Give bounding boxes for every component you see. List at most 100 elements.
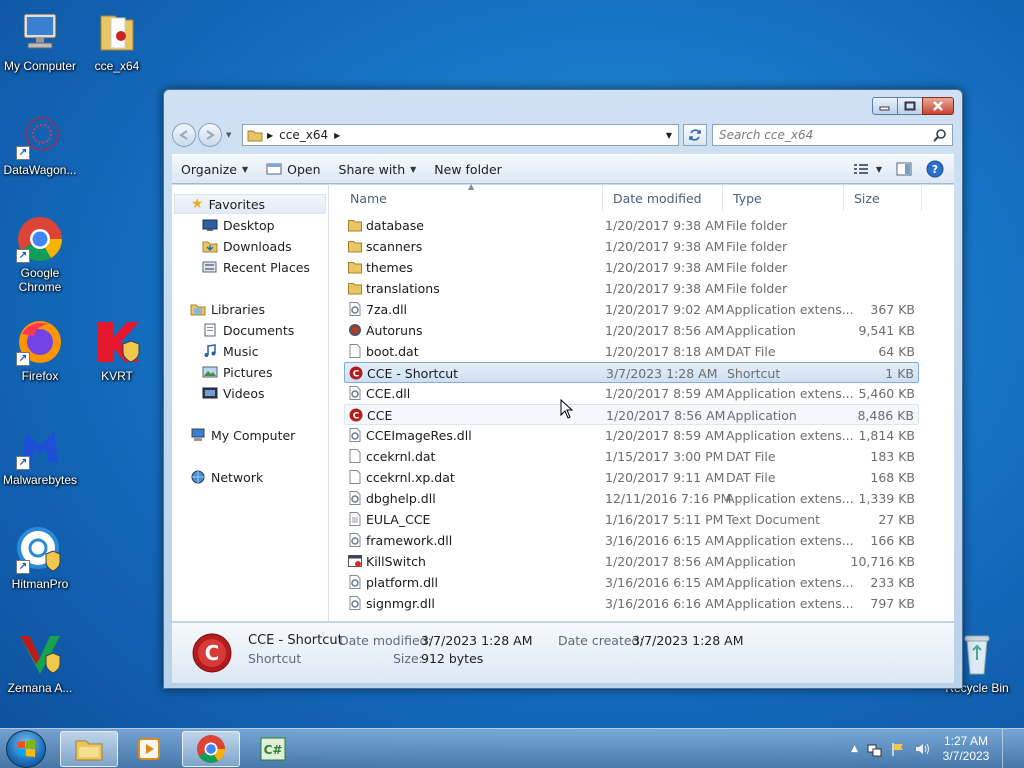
chrome-icon xyxy=(197,735,225,763)
details-modified-label: Date modified: xyxy=(339,633,432,648)
nav-desktop[interactable]: Desktop xyxy=(202,215,275,235)
file-row-ccekrnl-dat[interactable]: ccekrnl.dat 1/15/2017 3:00 PM DAT File 183 … xyxy=(344,446,919,467)
show-desktop-button[interactable] xyxy=(1002,729,1014,768)
file-row-signmgr-dll[interactable]: signmgr.dll 3/16/2016 6:16 AM Application … xyxy=(344,593,919,614)
preview-pane-icon[interactable] xyxy=(896,162,912,176)
nav-documents[interactable]: Documents xyxy=(202,320,294,340)
desktop-icon-firefox[interactable]: ↗ Firefox xyxy=(0,318,80,383)
file-row-platform-dll[interactable]: platform.dll 3/16/2016 6:15 AM Application… xyxy=(344,572,919,593)
file-size: 233 KB xyxy=(870,575,915,590)
volume-icon[interactable] xyxy=(914,741,930,757)
file-row-translations[interactable]: translations 1/20/2017 9:38 AM File folder xyxy=(344,278,919,299)
desktop-icon-kvrt[interactable]: KVRT xyxy=(77,318,157,383)
desktop-icon-my-computer[interactable]: My Computer xyxy=(0,8,80,73)
shortcut-arrow-icon: ↗ xyxy=(16,560,30,574)
column-header-label: Name xyxy=(350,190,387,206)
desktop-icon-zemana[interactable]: Zemana A... xyxy=(0,630,80,695)
forward-button[interactable] xyxy=(198,123,222,147)
help-icon[interactable]: ? xyxy=(926,160,944,178)
file-row-ccekrnl-xp-dat[interactable]: ccekrnl.xp.dat 1/20/2017 9:11 AM DAT File 1… xyxy=(344,467,919,488)
file-row-database[interactable]: database 1/20/2017 9:38 AM File folder xyxy=(344,215,919,236)
file-type: Application extens... xyxy=(726,575,854,590)
details-file-name: CCE - Shortcut xyxy=(248,633,343,648)
file-row-dbghelp-dll[interactable]: dbghelp.dll 12/11/2016 7:16 PM Application… xyxy=(344,488,919,509)
file-row-cce[interactable]: C CCE 1/20/2017 8:56 AM Application 8,486 KB xyxy=(344,404,919,425)
nav-network[interactable]: Network xyxy=(190,467,263,487)
column-header-type[interactable]: Type xyxy=(723,185,844,211)
chevron-down-icon: ▼ xyxy=(242,164,249,174)
documents-icon xyxy=(204,323,216,337)
address-dropdown-icon[interactable]: ▼ xyxy=(666,131,672,140)
desktop-icon-google-chrome[interactable]: ↗ Google Chrome xyxy=(0,215,80,294)
change-view-button[interactable]: ▼ xyxy=(853,163,882,175)
taskbar-media-player[interactable] xyxy=(120,731,178,767)
file-row-framework-dll[interactable]: framework.dll 3/16/2016 6:15 AM Applicatio… xyxy=(344,530,919,551)
file-icon xyxy=(348,470,362,484)
action-center-flag-icon[interactable] xyxy=(890,741,906,757)
start-button[interactable] xyxy=(6,730,46,768)
back-button[interactable] xyxy=(172,123,196,147)
address-bar[interactable]: ▶ cce_x64 ▶ ▼ xyxy=(242,124,679,146)
column-header-date[interactable]: Date modified xyxy=(603,185,723,211)
file-date-modified: 1/20/2017 9:38 AM xyxy=(605,239,725,254)
file-row-cce-dll[interactable]: CCE.dll 1/20/2017 8:59 AM Application exte… xyxy=(344,383,919,404)
desktop-icon-malwarebytes[interactable]: ↗ Malwarebytes xyxy=(0,422,80,487)
nav-my-computer[interactable]: My Computer xyxy=(190,425,295,445)
nav-downloads[interactable]: Downloads xyxy=(202,236,292,256)
desktop-icon-label: Firefox xyxy=(21,369,59,383)
file-date-modified: 3/16/2016 6:15 AM xyxy=(605,533,725,548)
breadcrumb-folder[interactable]: cce_x64 xyxy=(279,128,328,142)
breadcrumb-chevron-icon[interactable]: ▶ xyxy=(334,131,340,140)
clock[interactable]: 1:27 AM 3/7/2023 xyxy=(938,734,994,764)
file-row-killswitch[interactable]: KillSwitch 1/20/2017 8:56 AM Application 10… xyxy=(344,551,919,572)
nav-libraries-label: Libraries xyxy=(211,301,265,317)
file-date-modified: 1/20/2017 9:38 AM xyxy=(605,260,725,275)
file-row-7za-dll[interactable]: 7za.dll 1/20/2017 9:02 AM Application exte… xyxy=(344,299,919,320)
file-row-boot-dat[interactable]: boot.dat 1/20/2017 8:18 AM DAT File 64 KB xyxy=(344,341,919,362)
file-row-autoruns[interactable]: Autoruns 1/20/2017 8:56 AM Application 9,54… xyxy=(344,320,919,341)
dll-icon xyxy=(348,302,362,316)
recent-pages-dropdown[interactable]: ▼ xyxy=(226,131,231,139)
nav-pictures[interactable]: Pictures xyxy=(202,362,273,382)
search-input[interactable]: Search cce_x64 xyxy=(712,124,953,146)
file-row-scanners[interactable]: scanners 1/20/2017 9:38 AM File folder xyxy=(344,236,919,257)
new-folder-button[interactable]: New folder xyxy=(425,155,511,183)
taskbar-csharp-app[interactable]: C# xyxy=(244,731,302,767)
network-status-icon[interactable] xyxy=(866,741,882,757)
nav-videos[interactable]: Videos xyxy=(202,383,265,403)
open-button[interactable]: Open xyxy=(257,155,329,183)
file-row-themes[interactable]: themes 1/20/2017 9:38 AM File folder xyxy=(344,257,919,278)
nav-libraries[interactable]: Libraries xyxy=(190,299,265,319)
explorer-body: ★ Favorites Desktop Downloads Recent Pla… xyxy=(172,182,954,622)
search-icon[interactable] xyxy=(933,128,947,142)
nav-recent-places[interactable]: Recent Places xyxy=(202,257,310,277)
file-name: database xyxy=(366,218,424,233)
nav-favorites[interactable]: ★ Favorites xyxy=(174,194,326,214)
breadcrumb-separator-icon[interactable]: ▶ xyxy=(267,131,273,140)
show-hidden-icons-button[interactable]: ▲ xyxy=(851,744,858,754)
taskbar-explorer[interactable] xyxy=(60,731,118,767)
file-name: translations xyxy=(366,281,440,296)
minimize-button[interactable] xyxy=(872,97,898,115)
file-name: CCE.dll xyxy=(366,386,411,401)
maximize-button[interactable] xyxy=(897,97,923,115)
dll-icon xyxy=(348,596,362,610)
organize-button[interactable]: Organize ▼ xyxy=(172,155,257,183)
desktop-icon-hitmanpro[interactable]: ↗ HitmanPro xyxy=(0,526,80,591)
column-header-size[interactable]: Size xyxy=(844,185,922,211)
column-header-name[interactable]: Name xyxy=(340,185,603,211)
file-name: CCE xyxy=(367,408,393,423)
close-button[interactable] xyxy=(922,97,954,115)
file-row-cce-shortcut[interactable]: C CCE - Shortcut 3/7/2023 1:28 AM Shortcut 1… xyxy=(344,362,919,383)
file-row-cceimageres-dll[interactable]: CCEImageRes.dll 1/20/2017 8:59 AM Applicat… xyxy=(344,425,919,446)
computer-icon xyxy=(16,8,64,56)
desktop-icon-datawagon[interactable]: ↗ DataWagon... xyxy=(0,112,80,177)
share-with-button[interactable]: Share with ▼ xyxy=(330,155,426,183)
refresh-button[interactable] xyxy=(683,124,707,146)
desktop-icon-cce-x64[interactable]: cce_x64 xyxy=(77,8,157,73)
videos-icon xyxy=(202,387,218,399)
nav-music[interactable]: Music xyxy=(202,341,259,361)
file-type: File folder xyxy=(726,239,788,254)
file-row-eula-cce[interactable]: EULA_CCE 1/16/2017 5:11 PM Text Document 27… xyxy=(344,509,919,530)
taskbar-chrome[interactable] xyxy=(182,731,240,767)
